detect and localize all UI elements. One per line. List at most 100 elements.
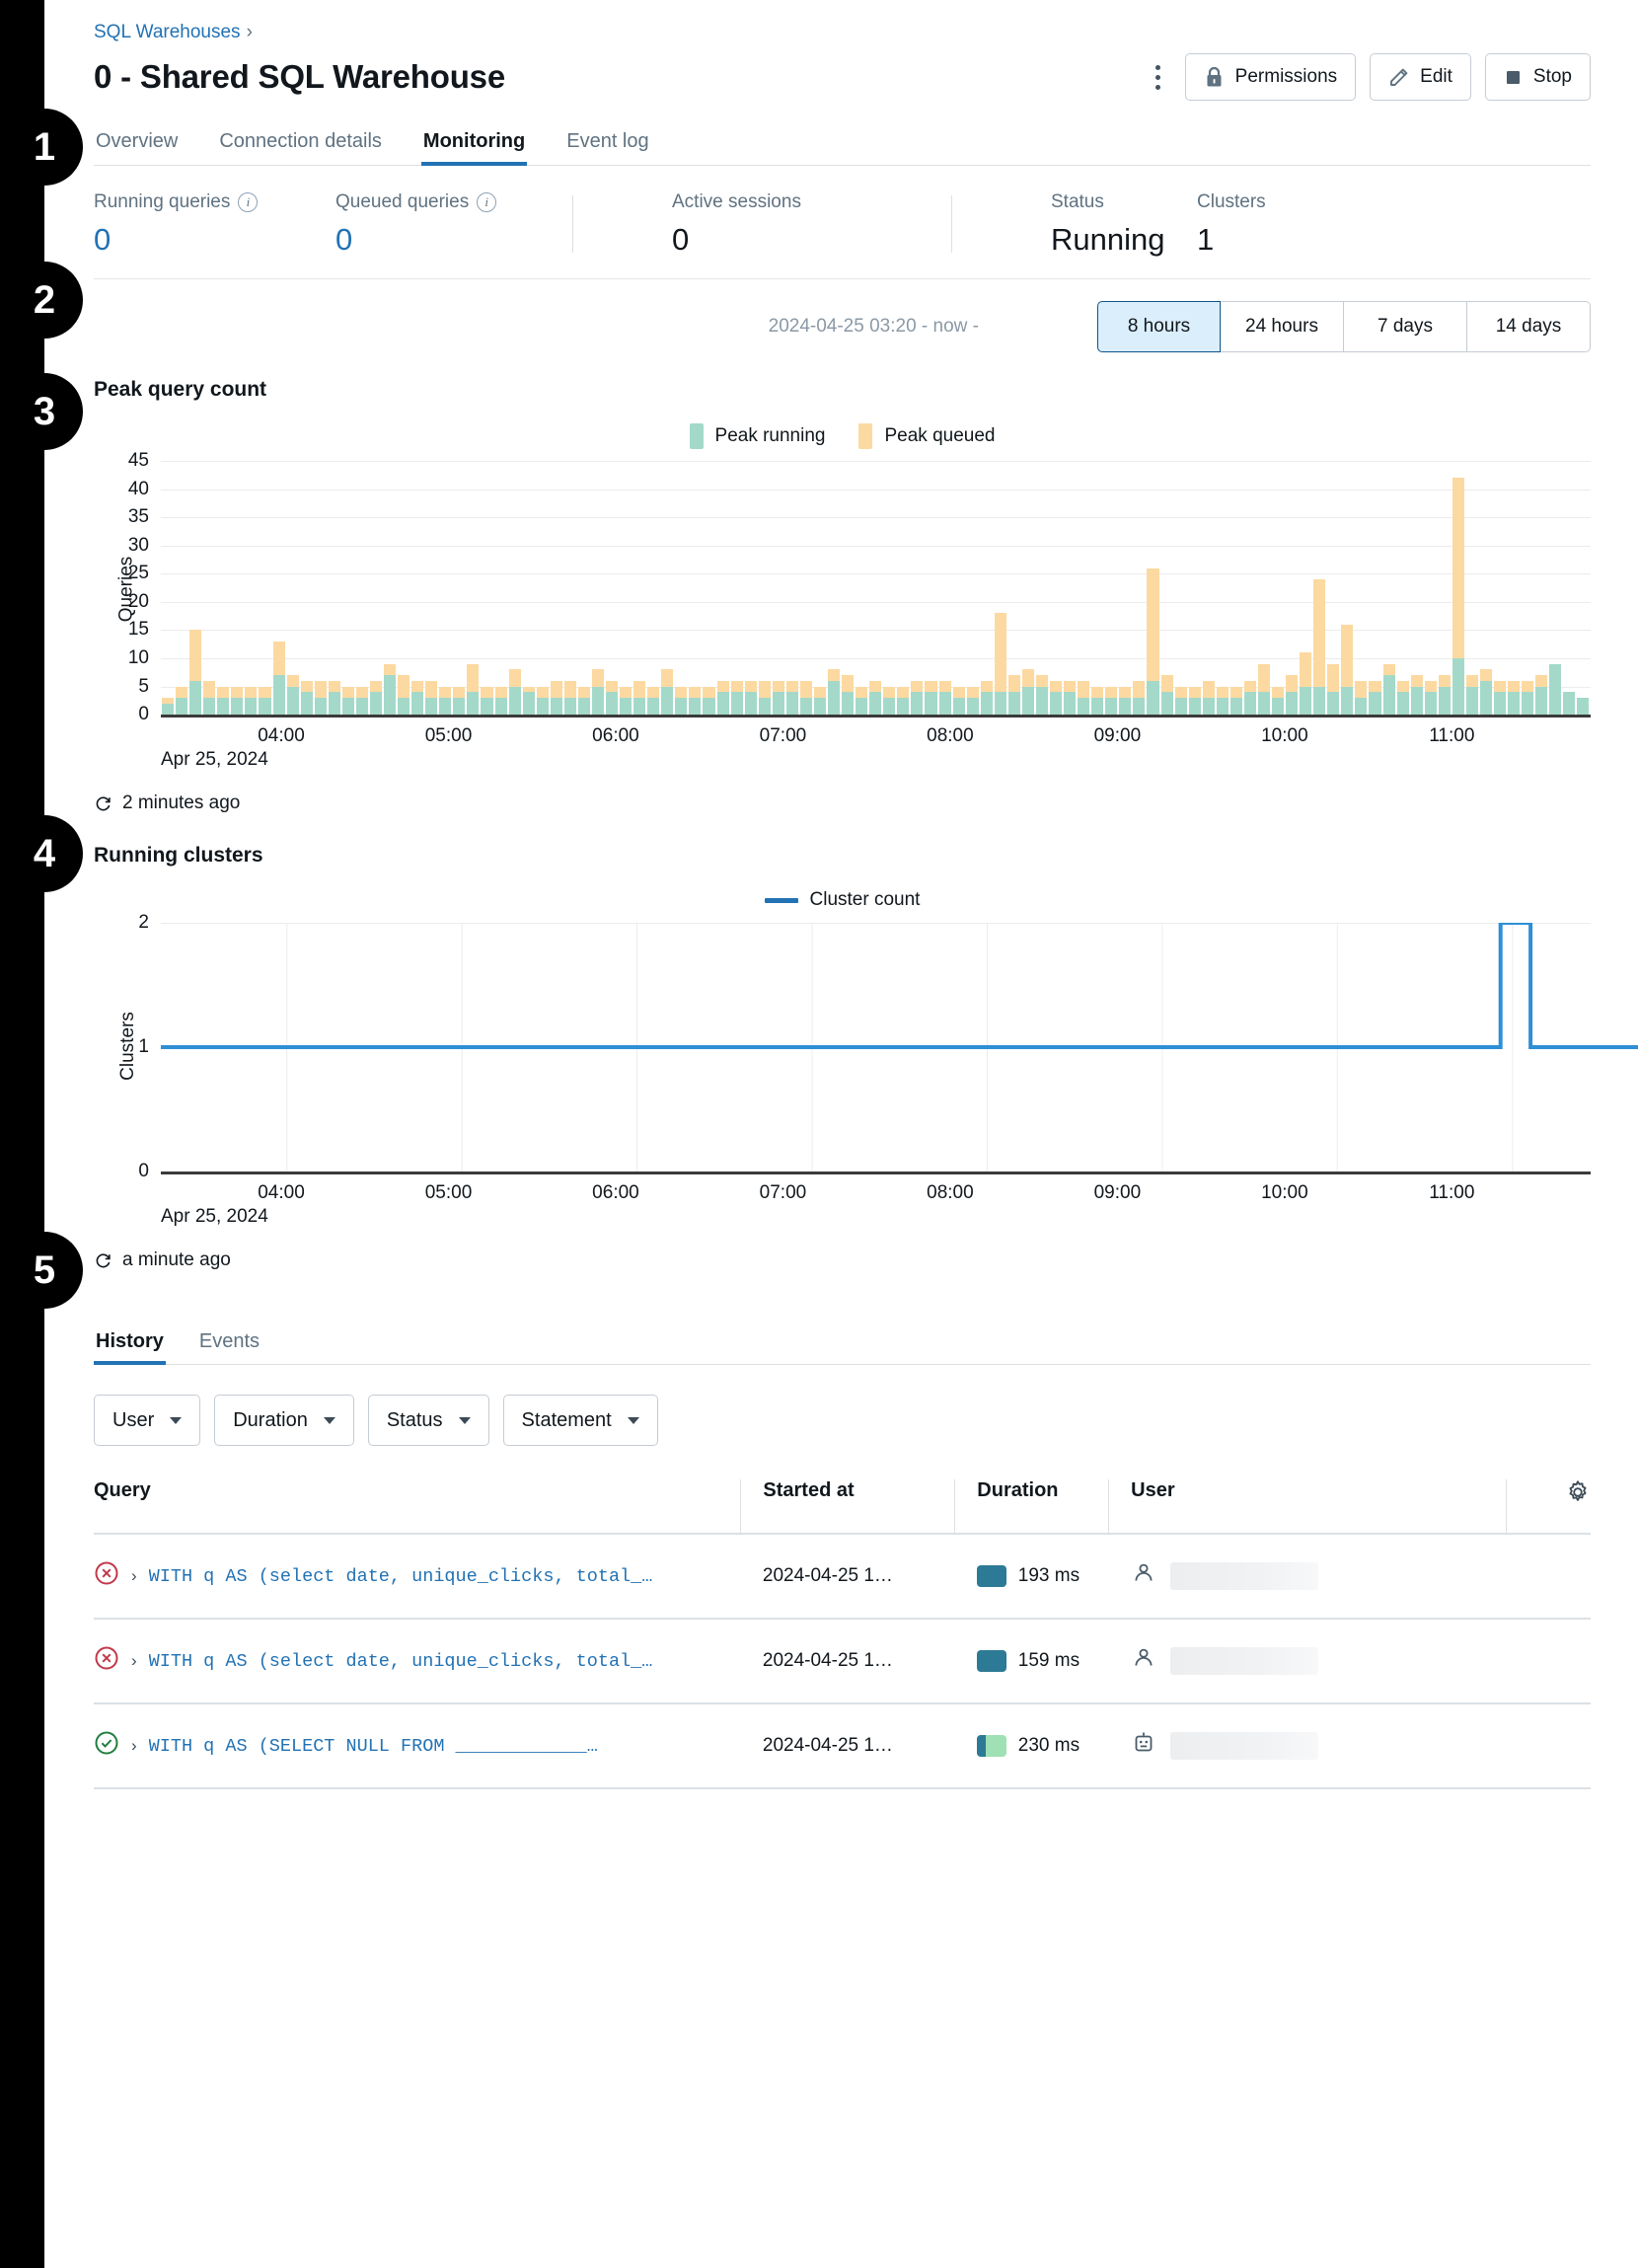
- bar-group[interactable]: [994, 613, 1007, 716]
- bar-group[interactable]: [841, 675, 855, 716]
- bar-group[interactable]: [1452, 478, 1465, 716]
- bar-group[interactable]: [258, 686, 271, 716]
- bar-group[interactable]: [1438, 675, 1452, 716]
- bar-group[interactable]: [702, 686, 715, 716]
- bar-group[interactable]: [633, 680, 646, 716]
- bar-group[interactable]: [1160, 675, 1174, 716]
- legend-item-cluster-count[interactable]: Cluster count: [764, 889, 920, 911]
- bar-group[interactable]: [1118, 686, 1132, 716]
- bar-group[interactable]: [688, 686, 702, 716]
- column-header-duration[interactable]: Duration: [954, 1479, 1109, 1536]
- bar-group[interactable]: [1326, 663, 1340, 716]
- bar-group[interactable]: [341, 686, 355, 716]
- bar-group[interactable]: [605, 680, 619, 716]
- legend-item-peak-running[interactable]: Peak running: [689, 423, 825, 450]
- bar-group[interactable]: [1243, 680, 1257, 716]
- bar-group[interactable]: [1090, 686, 1104, 716]
- bar-group[interactable]: [563, 680, 577, 716]
- bar-group[interactable]: [175, 686, 188, 716]
- bar-group[interactable]: [785, 680, 799, 716]
- info-icon[interactable]: i: [477, 192, 497, 212]
- bar-group[interactable]: [188, 630, 202, 716]
- bar-group[interactable]: [1021, 669, 1035, 716]
- bar-group[interactable]: [924, 680, 937, 716]
- bar-group[interactable]: [202, 680, 216, 716]
- table-row[interactable]: › WITH q AS (SELECT NULL FROM ___________…: [94, 1703, 1591, 1790]
- bar-group[interactable]: [328, 680, 341, 716]
- bar-group[interactable]: [1312, 579, 1326, 716]
- table-row[interactable]: › WITH q AS (select date, unique_clicks, …: [94, 1534, 1591, 1621]
- bar-group[interactable]: [674, 686, 688, 716]
- bar-group[interactable]: [522, 686, 536, 716]
- time-range-14-days[interactable]: 14 days: [1467, 301, 1591, 353]
- tab-connection-details[interactable]: Connection details: [217, 130, 384, 165]
- bar-group[interactable]: [1132, 680, 1146, 716]
- bar-group[interactable]: [952, 686, 966, 716]
- column-header-started-at[interactable]: Started at: [740, 1479, 955, 1536]
- bar-group[interactable]: [577, 686, 591, 716]
- bar-group[interactable]: [1285, 675, 1299, 716]
- bar-group[interactable]: [272, 641, 286, 716]
- bar-group[interactable]: [938, 680, 952, 716]
- bar-group[interactable]: [1271, 686, 1285, 716]
- bar-group[interactable]: [730, 680, 744, 716]
- bar-group[interactable]: [1299, 652, 1312, 716]
- bar-group[interactable]: [1534, 675, 1548, 716]
- tab-history[interactable]: History: [94, 1330, 166, 1366]
- bar-group[interactable]: [508, 669, 522, 716]
- bar-group[interactable]: [424, 680, 438, 716]
- bar-group[interactable]: [896, 686, 910, 716]
- bar-group[interactable]: [1493, 680, 1507, 716]
- bar-group[interactable]: [1507, 680, 1521, 716]
- query-text[interactable]: WITH q AS (SELECT NULL FROM ____________…: [149, 1736, 598, 1757]
- bar-group[interactable]: [1077, 680, 1090, 716]
- stop-button[interactable]: Stop: [1484, 53, 1591, 101]
- bar-group[interactable]: [1548, 663, 1562, 716]
- bar-group[interactable]: [230, 686, 244, 716]
- filter-duration[interactable]: Duration: [214, 1395, 354, 1447]
- bar-group[interactable]: [161, 697, 175, 716]
- bar-group[interactable]: [716, 680, 730, 716]
- bar-group[interactable]: [1146, 567, 1159, 716]
- bar-group[interactable]: [1396, 680, 1410, 716]
- table-row[interactable]: › WITH q AS (select date, unique_clicks, …: [94, 1619, 1591, 1705]
- bar-group[interactable]: [1063, 680, 1077, 716]
- metric-queued-queries-value[interactable]: 0: [335, 222, 572, 257]
- bar-group[interactable]: [286, 675, 300, 716]
- bar-group[interactable]: [397, 675, 410, 716]
- bar-group[interactable]: [1465, 675, 1479, 716]
- column-header-query[interactable]: Query: [94, 1479, 741, 1536]
- bar-group[interactable]: [619, 686, 633, 716]
- bar-group[interactable]: [1479, 669, 1493, 716]
- peak-chart-plot-area[interactable]: 0 5 10 15 20 25 30 35 40 45: [128, 450, 1591, 724]
- bar-group[interactable]: [216, 686, 230, 716]
- tab-overview[interactable]: Overview: [94, 130, 180, 165]
- expand-row-chevron-icon[interactable]: ›: [131, 1566, 137, 1586]
- bar-group[interactable]: [772, 680, 785, 716]
- bar-group[interactable]: [758, 680, 772, 716]
- expand-row-chevron-icon[interactable]: ›: [131, 1651, 137, 1671]
- time-range-24-hours[interactable]: 24 hours: [1221, 301, 1344, 353]
- permissions-button[interactable]: Permissions: [1184, 53, 1357, 101]
- bar-group[interactable]: [591, 669, 605, 716]
- query-text[interactable]: WITH q AS (select date, unique_clicks, t…: [149, 1566, 653, 1587]
- bar-group[interactable]: [1007, 675, 1021, 716]
- table-settings-button[interactable]: [1505, 1479, 1591, 1536]
- bar-group[interactable]: [868, 680, 882, 716]
- bar-group[interactable]: [1382, 663, 1396, 716]
- breadcrumb-parent-link[interactable]: SQL Warehouses: [94, 22, 241, 42]
- bar-group[interactable]: [494, 686, 508, 716]
- column-header-user[interactable]: User: [1108, 1479, 1507, 1536]
- bar-group[interactable]: [1104, 686, 1118, 716]
- bar-group[interactable]: [1410, 675, 1424, 716]
- bar-group[interactable]: [1035, 675, 1049, 716]
- bar-group[interactable]: [480, 686, 493, 716]
- bar-group[interactable]: [1174, 686, 1188, 716]
- bar-group[interactable]: [1202, 680, 1216, 716]
- query-text[interactable]: WITH q AS (select date, unique_clicks, t…: [149, 1651, 653, 1672]
- bar-group[interactable]: [355, 686, 369, 716]
- expand-row-chevron-icon[interactable]: ›: [131, 1736, 137, 1756]
- legend-item-peak-queued[interactable]: Peak queued: [858, 423, 995, 450]
- bar-group[interactable]: [1257, 663, 1271, 716]
- filter-statement[interactable]: Statement: [502, 1395, 658, 1447]
